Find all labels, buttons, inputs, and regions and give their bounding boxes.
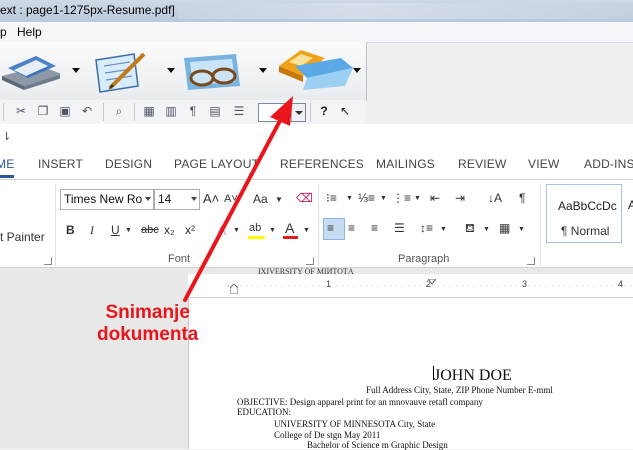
- annotation-line-1: Snimanje: [105, 302, 190, 323]
- annotation-line-2: dokumenta: [97, 324, 199, 345]
- annotation-arrow: [183, 96, 293, 302]
- annotation-label: Snimanje dokumenta: [97, 302, 198, 346]
